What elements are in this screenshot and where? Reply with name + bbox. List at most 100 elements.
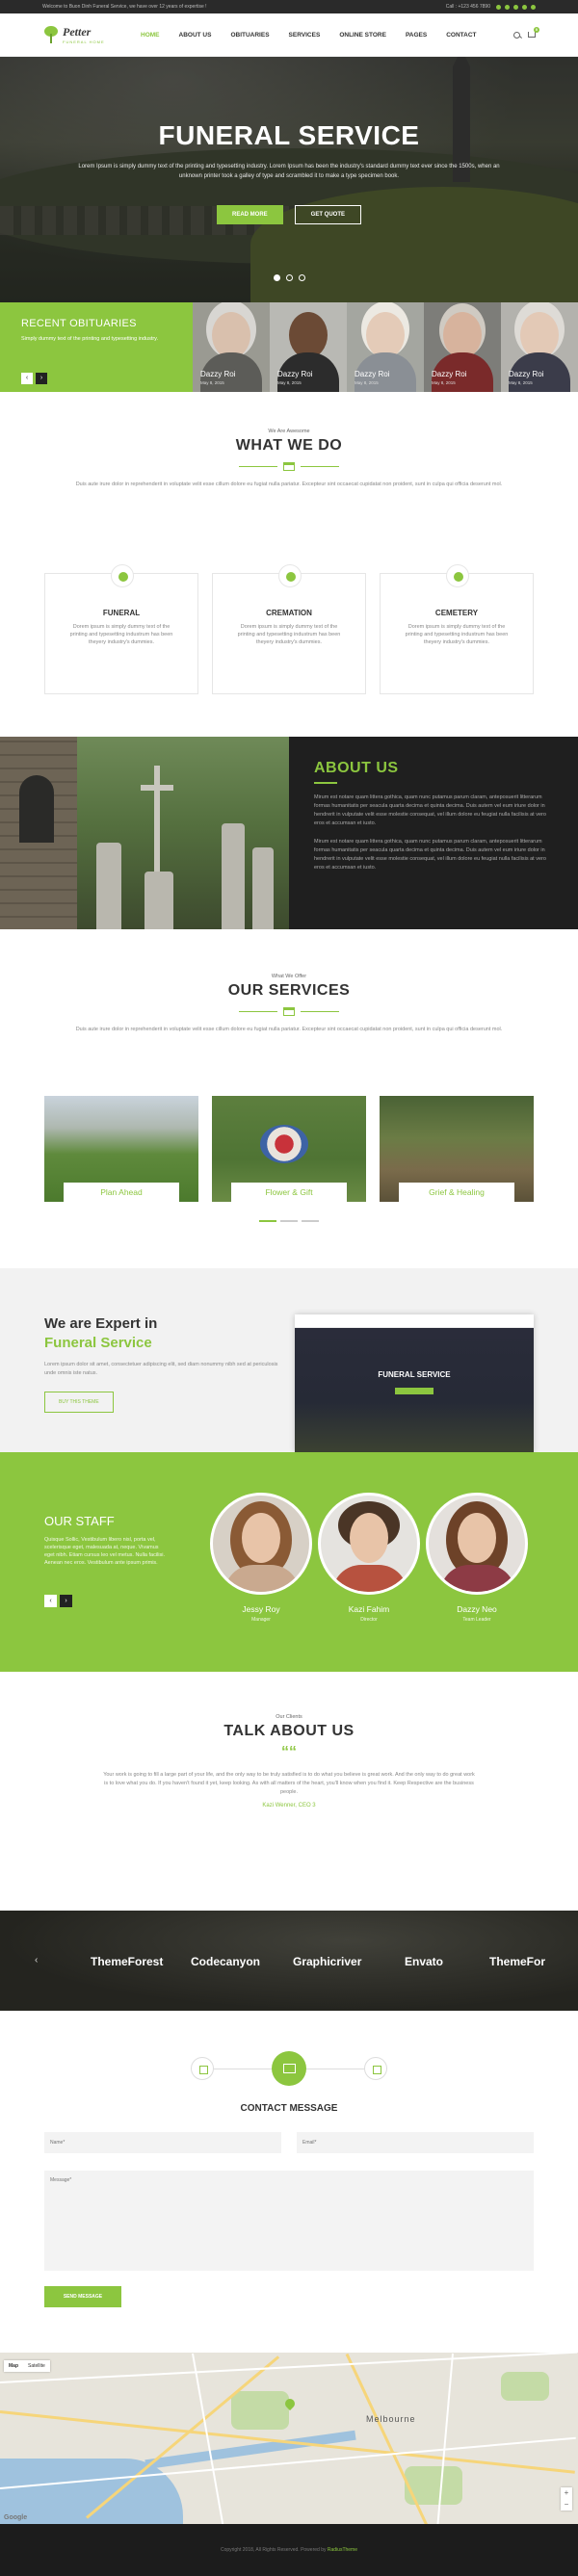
nav-online-store[interactable]: ONLINE STORE <box>339 32 386 39</box>
map-tab[interactable]: Map <box>4 2360 23 2372</box>
partner-logo[interactable]: Envato <box>405 1955 443 1968</box>
obituary-name: Dazzy Roi <box>432 370 467 378</box>
staff-role: Director <box>360 1617 378 1623</box>
slider-dot[interactable] <box>285 274 293 281</box>
section-label: We Are Awesome <box>268 429 310 434</box>
expert-text: Lorem ipsum dolor sit amet, consectetuer… <box>44 1362 278 1376</box>
card-title: FUNERAL <box>102 609 141 617</box>
obituary-name: Dazzy Roi <box>509 370 544 378</box>
staff-photo <box>210 1493 312 1595</box>
slider-dot[interactable] <box>298 274 305 281</box>
location-map[interactable]: Map Satellite Melbourne + − Google <box>0 2353 578 2524</box>
contact-title: CONTACT MESSAGE <box>240 2103 338 2114</box>
obituary-card[interactable]: Dazzy Roi May 8, 2015 <box>347 302 424 392</box>
name-field[interactable] <box>44 2132 281 2153</box>
partner-logo[interactable]: ThemeFor <box>489 1955 545 1968</box>
partner-logo[interactable]: Graphicriver <box>293 1955 361 1968</box>
section-label: Our Clients <box>276 1714 302 1720</box>
monument-icon <box>283 1007 295 1016</box>
service-card-cremation[interactable]: CREMATION Dorem ipsum is simply dummy te… <box>212 564 366 694</box>
copyright-text: Copyright 2018, All Rights Reserved. Pow… <box>220 2547 327 2553</box>
gravestone <box>252 847 274 929</box>
map-park <box>231 2391 289 2430</box>
section-divider <box>0 1007 578 1016</box>
zoom-controls[interactable]: + − <box>561 2487 572 2511</box>
section-description: Duis aute irure dolor in reprehenderit i… <box>75 1027 503 1032</box>
message-field[interactable] <box>44 2171 534 2271</box>
pager-dot[interactable] <box>302 1220 319 1222</box>
map-city-label: Melbourne <box>366 2414 416 2424</box>
section-title: OUR SERVICES <box>227 982 351 999</box>
read-more-button[interactable]: READ MORE <box>216 205 283 224</box>
staff-member[interactable]: Kazi Fahim Director <box>318 1493 420 1623</box>
send-message-button[interactable]: SEND MESSAGE <box>44 2286 121 2307</box>
logo[interactable]: Petter FUNERAL HOME <box>42 25 129 44</box>
section-description: Duis aute irure dolor in reprehenderit i… <box>75 481 503 487</box>
service-label: Grief & Healing <box>399 1183 514 1202</box>
nav-pages[interactable]: PAGES <box>406 32 427 39</box>
about-paragraph: Mirum est notare quam littera gothica, q… <box>314 839 546 871</box>
tree-logo-icon <box>42 26 60 43</box>
get-quote-button[interactable]: GET QUOTE <box>294 205 361 224</box>
pager-dot[interactable] <box>259 1220 276 1222</box>
twitter-icon[interactable] <box>505 4 510 10</box>
face <box>350 1513 388 1563</box>
linkedin-icon[interactable] <box>531 4 536 10</box>
footer-brand-link[interactable]: RadiusTheme <box>328 2547 357 2553</box>
service-card-funeral[interactable]: FUNERAL Dorem ipsum is simply dummy text… <box>44 564 198 694</box>
contact-icons <box>0 2051 578 2086</box>
slider-dot[interactable] <box>273 274 280 281</box>
partner-logo[interactable]: Codecanyon <box>191 1955 260 1968</box>
nav-about[interactable]: ABOUT US <box>179 32 212 39</box>
pager-dot[interactable] <box>280 1220 298 1222</box>
satellite-tab[interactable]: Satellite <box>23 2360 50 2372</box>
nav-obituaries[interactable]: OBITUARIES <box>230 32 269 39</box>
partner-logo[interactable]: ThemeForest <box>91 1955 163 1968</box>
theme-preview-screenshot: FUNERAL SERVICE <box>295 1314 534 1452</box>
staff-member[interactable]: Dazzy Neo Team Leader <box>426 1493 528 1623</box>
buy-theme-button[interactable]: BUY THIS THEME <box>44 1392 114 1413</box>
obituary-card[interactable]: Dazzy Roi May 8, 2015 <box>193 302 270 392</box>
obituary-date: May 8, 2015 <box>277 380 302 385</box>
welcome-text: Welcome to Buon Dinh Funeral Service, we… <box>42 4 207 10</box>
prev-arrow-icon[interactable]: ‹ <box>21 373 33 384</box>
next-arrow-icon[interactable]: › <box>60 1595 72 1607</box>
facebook-icon[interactable] <box>496 4 501 10</box>
portrait-face <box>366 312 405 358</box>
portrait-face <box>443 312 482 358</box>
section-divider <box>0 462 578 471</box>
pinterest-icon[interactable] <box>522 4 527 10</box>
google-plus-icon[interactable] <box>513 4 518 10</box>
section-label: What We Offer <box>271 974 307 979</box>
section-title: TALK ABOUT US <box>223 1723 355 1739</box>
expert-section: We are Expert in Funeral Service Lorem ip… <box>0 1268 578 1452</box>
face <box>458 1513 496 1563</box>
obituary-card[interactable]: Dazzy Roi May 8, 2015 <box>501 302 578 392</box>
search-icon[interactable] <box>513 31 520 39</box>
obituary-card[interactable]: Dazzy Roi May 8, 2015 <box>270 302 347 392</box>
prev-arrow-icon[interactable]: ‹ <box>44 1595 57 1607</box>
nav-services[interactable]: SERVICES <box>289 32 321 39</box>
staff-section: OUR STAFF Quisque Sollic, Vestibulum lib… <box>0 1452 578 1672</box>
email-field[interactable] <box>297 2132 534 2153</box>
body <box>332 1565 407 1592</box>
service-grief-healing[interactable]: Grief & Healing <box>380 1096 534 1202</box>
cart-icon[interactable]: 0 <box>528 27 539 38</box>
next-arrow-icon[interactable]: › <box>36 373 47 384</box>
obituary-card[interactable]: Dazzy Roi May 8, 2015 <box>424 302 501 392</box>
title-underline <box>314 782 337 784</box>
staff-text: Quisque Sollic, Vestibulum libero nisl, … <box>44 1537 166 1566</box>
preview-button <box>395 1388 434 1394</box>
body <box>224 1565 300 1592</box>
logo-subtitle: FUNERAL HOME <box>63 39 105 44</box>
obituary-date: May 8, 2015 <box>509 380 533 385</box>
service-flower-gift[interactable]: Flower & Gift <box>212 1096 366 1202</box>
services-pager <box>0 1220 578 1222</box>
staff-member[interactable]: Jessy Roy Manager <box>210 1493 312 1623</box>
service-plan-ahead[interactable]: Plan Ahead <box>44 1096 198 1202</box>
expert-title: We are Expert in Funeral Service <box>44 1314 285 1353</box>
nav-contact[interactable]: CONTACT <box>446 32 476 39</box>
prev-arrow-icon[interactable]: ‹ <box>35 1955 38 1965</box>
nav-home[interactable]: HOME <box>141 32 160 39</box>
service-card-cemetery[interactable]: CEMETERY Dorem ipsum is simply dummy tex… <box>380 564 534 694</box>
